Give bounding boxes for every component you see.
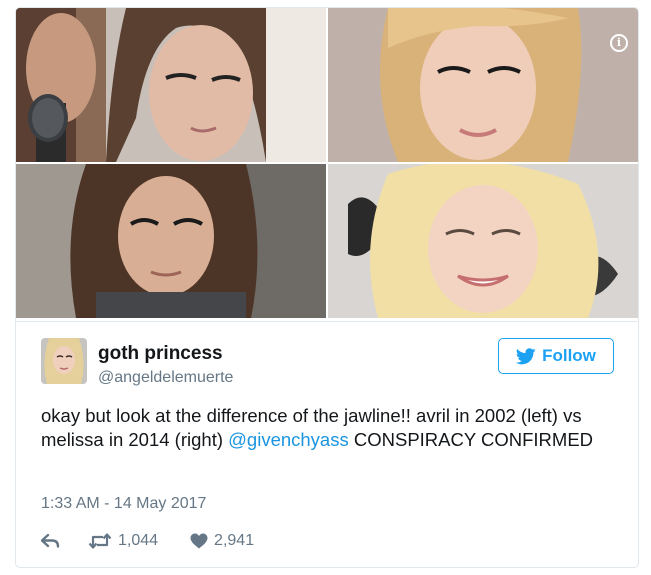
avatar[interactable] <box>41 338 87 384</box>
tweet-text: okay but look at the difference of the j… <box>41 404 621 452</box>
like-button[interactable]: 2,941 <box>190 532 254 550</box>
follow-button[interactable]: Follow <box>498 338 614 374</box>
retweet-count: 1,044 <box>118 532 159 549</box>
reply-arrow-icon <box>41 534 60 548</box>
photo-bottom-right[interactable] <box>328 164 638 318</box>
photo-top-right-image <box>328 8 638 162</box>
like-count: 2,941 <box>214 532 255 549</box>
mention-link[interactable]: @givenchyass <box>228 429 349 450</box>
avatar-image <box>41 338 87 384</box>
photo-top-left[interactable] <box>16 8 326 162</box>
follow-button-label: Follow <box>542 346 596 365</box>
media-grid[interactable]: i <box>16 8 638 322</box>
photo-top-right[interactable]: i <box>328 8 638 162</box>
retweet-icon <box>88 533 112 549</box>
tweet-text-after-mention: CONSPIRACY CONFIRMED <box>348 429 594 450</box>
timestamp[interactable]: 1:33 AM - 14 May 2017 <box>41 495 206 513</box>
display-name[interactable]: goth princess <box>98 343 223 365</box>
user-handle[interactable]: @angeldelemuerte <box>98 369 233 387</box>
reply-button[interactable] <box>41 534 60 548</box>
info-icon[interactable]: i <box>610 34 628 52</box>
tweet-card: i goth princess @angeldelemuerte Follow … <box>15 7 639 568</box>
photo-top-left-image <box>16 8 326 162</box>
retweet-button[interactable]: 1,044 <box>88 532 158 550</box>
photo-bottom-left[interactable] <box>16 164 326 318</box>
twitter-bird-icon <box>516 347 536 364</box>
heart-icon <box>190 533 208 549</box>
photo-bottom-left-image <box>16 164 326 318</box>
photo-bottom-right-image <box>328 164 638 318</box>
tweet-actions: 1,044 2,941 <box>41 530 254 552</box>
